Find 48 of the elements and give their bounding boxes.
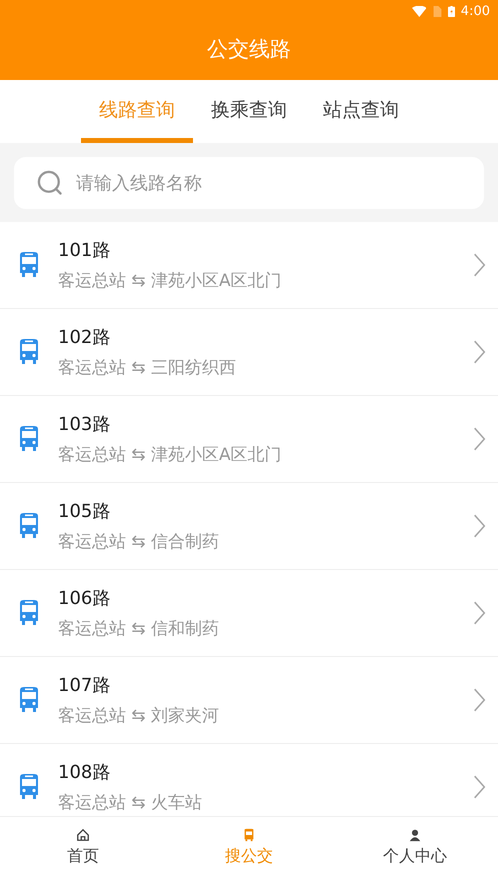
wifi-icon: [412, 6, 426, 16]
chevron-icon: [473, 601, 486, 625]
bus-icon: [17, 426, 41, 452]
person-icon: [408, 828, 422, 842]
route-stops: 客运总站 ⇆ 津苑小区A区北门: [58, 270, 283, 292]
route-row[interactable]: 106路 客运总站 ⇆ 信和制药: [0, 570, 498, 657]
route-stops: 客运总站 ⇆ 津苑小区A区北门: [58, 444, 283, 466]
route-name: 102路: [58, 326, 112, 349]
bus-icon: [17, 339, 41, 365]
route-stops: 客运总站 ⇆ 信和制药: [58, 618, 220, 640]
status-time: 4:00: [460, 4, 490, 18]
route-stops: 客运总站 ⇆ 刘家夹河: [58, 705, 220, 727]
chevron-icon: [473, 340, 486, 364]
route-name: 107路: [58, 674, 112, 697]
search-field[interactable]: 请输入线路名称: [14, 157, 484, 209]
route-name: 105路: [58, 500, 112, 523]
chevron-icon: [473, 688, 486, 712]
battery-icon: [448, 6, 455, 16]
route-name: 101路: [58, 239, 112, 262]
chevron-icon: [473, 253, 486, 277]
route-row[interactable]: 105路 客运总站 ⇆ 信合制药: [0, 483, 498, 570]
route-row[interactable]: 108路 客运总站 ⇆ 火车站: [0, 744, 498, 816]
route-stops: 客运总站 ⇆ 三阳纺织西: [58, 357, 238, 379]
route-row[interactable]: 103路 客运总站 ⇆ 津苑小区A区北门: [0, 396, 498, 483]
bus-icon: [242, 828, 256, 842]
tab[interactable]: 站点查询: [305, 80, 417, 143]
nav-tab[interactable]: 首页: [0, 817, 166, 887]
route-row[interactable]: 102路 客运总站 ⇆ 三阳纺织西: [0, 309, 498, 396]
route-name: 108路: [58, 761, 112, 784]
chevron-icon: [473, 514, 486, 538]
route-stops: 客运总站 ⇆ 信合制药: [58, 531, 220, 553]
home-icon: [76, 828, 90, 842]
bus-icon: [17, 687, 41, 713]
route-row[interactable]: 107路 客运总站 ⇆ 刘家夹河: [0, 657, 498, 744]
tab[interactable]: 换乘查询: [193, 80, 305, 143]
bus-icon: [17, 774, 41, 800]
bus-icon: [17, 600, 41, 626]
route-row[interactable]: 101路 客运总站 ⇆ 津苑小区A区北门: [0, 222, 498, 309]
header-title: 公交线路: [207, 39, 291, 60]
no-sim-icon: [432, 6, 442, 16]
bus-icon: [17, 252, 41, 278]
bus-icon: [17, 513, 41, 539]
route-stops: 客运总站 ⇆ 火车站: [58, 792, 204, 814]
route-name: 103路: [58, 413, 112, 436]
route-name: 106路: [58, 587, 112, 610]
chevron-icon: [473, 427, 486, 451]
chevron-icon: [473, 775, 486, 799]
nav-tab[interactable]: 个人中心: [332, 817, 498, 887]
